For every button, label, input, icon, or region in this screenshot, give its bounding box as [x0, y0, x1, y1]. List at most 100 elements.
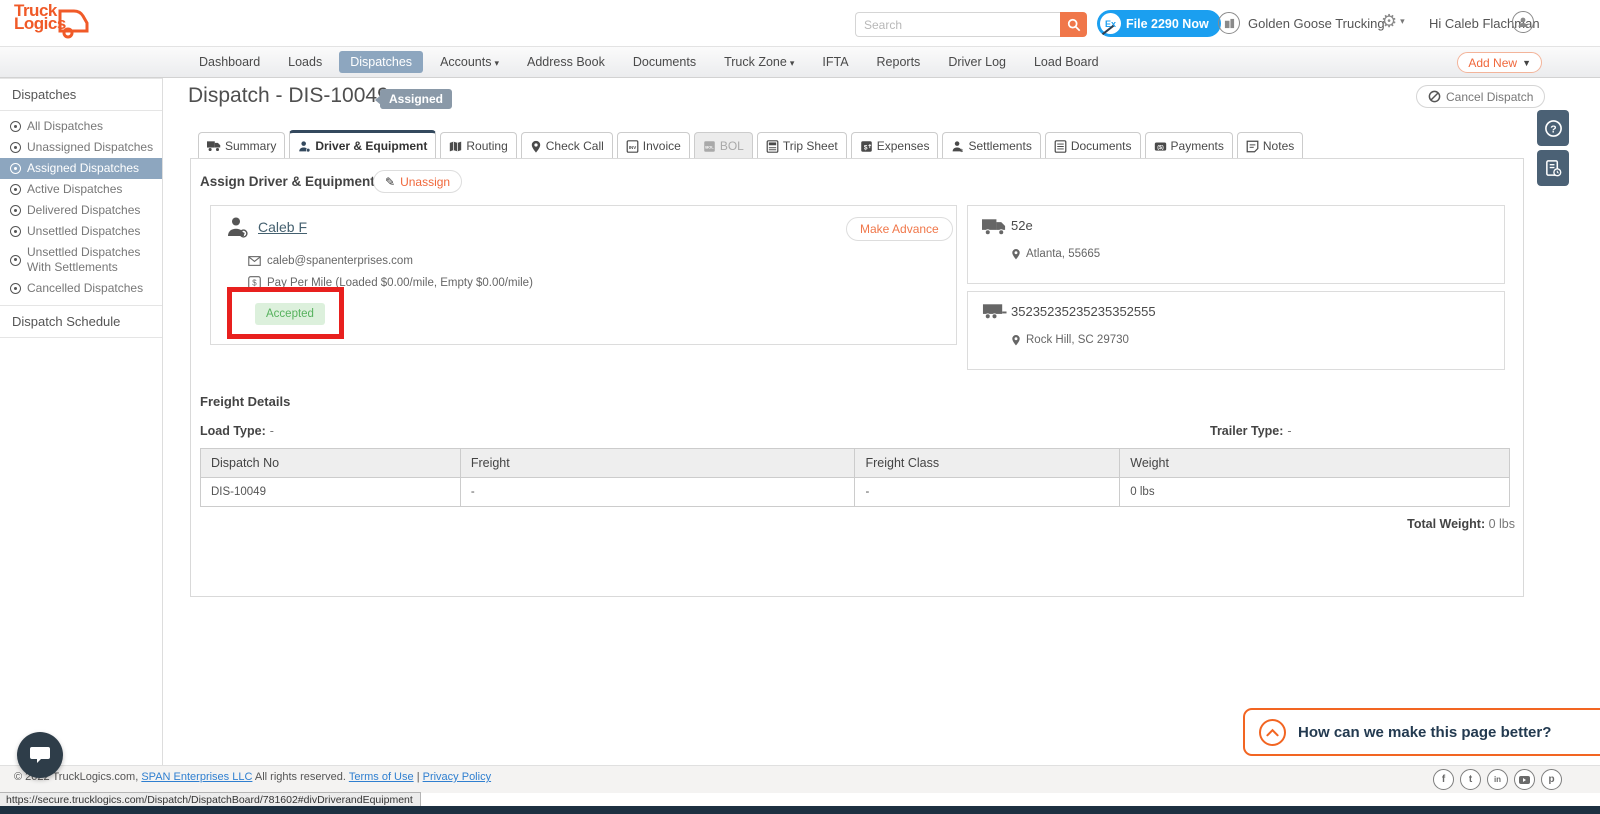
nav-loads[interactable]: Loads [277, 51, 333, 73]
chevron-down-icon: ▼ [1522, 57, 1531, 68]
driver-pay: Pay Per Mile (Loaded $0.00/mile, Empty $… [267, 276, 533, 289]
sidebar-item-assigned-dispatches[interactable]: Assigned Dispatches [0, 158, 162, 179]
assign-section-heading: Assign Driver & Equipment [200, 174, 375, 189]
nav-documents[interactable]: Documents [622, 51, 707, 73]
gear-icon: ⚙ [1381, 11, 1398, 31]
twitter-icon[interactable]: t [1460, 769, 1481, 790]
main-nav: Dashboard Loads Dispatches Accounts ▾ Add… [0, 47, 1600, 78]
history-notes-button[interactable] [1537, 150, 1569, 186]
tab-documents[interactable]: Documents [1044, 132, 1141, 160]
driver-email-row: caleb@spanenterprises.com [248, 255, 413, 267]
location-pin-icon [1012, 249, 1020, 260]
radio-target-icon [10, 142, 21, 153]
svg-text:BOL: BOL [705, 144, 714, 149]
chevron-down-icon: ▾ [494, 58, 500, 68]
tab-notes[interactable]: Notes [1236, 132, 1304, 160]
trucklogics-app: Truck Logics Ex File 2290 Now Golden Goo… [0, 0, 1600, 814]
unassign-button[interactable]: ✎ Unassign [373, 170, 463, 193]
truck-location-row: Atlanta, 55665 [1011, 248, 1100, 260]
cancel-dispatch-button[interactable]: Cancel Dispatch [1416, 85, 1546, 108]
youtube-icon[interactable] [1514, 769, 1535, 790]
tab-check-call[interactable]: Check Call [520, 132, 613, 160]
trailer-name[interactable]: 35235235235235352555 [1011, 304, 1156, 319]
privacy-policy-link[interactable]: Privacy Policy [423, 771, 491, 783]
sidebar-item-all-dispatches[interactable]: All Dispatches [0, 116, 162, 137]
trailer-card: 35235235235235352555 Rock Hill, SC 29730 [967, 291, 1505, 370]
make-advance-button[interactable]: Make Advance [846, 217, 953, 241]
radio-target-icon [10, 205, 21, 216]
sidebar-item-unsettled-with-settlements[interactable]: Unsettled Dispatches With Settlements [0, 242, 162, 278]
nav-accounts[interactable]: Accounts ▾ [429, 51, 510, 73]
radio-target-icon [10, 254, 21, 266]
envelope-icon [248, 256, 261, 266]
feedback-banner[interactable]: How can we make this page better? [1243, 708, 1600, 756]
chat-widget-button[interactable] [17, 732, 63, 778]
nav-dashboard[interactable]: Dashboard [188, 51, 271, 73]
driver-name-link[interactable]: Caleb F [258, 219, 307, 235]
span-enterprises-link[interactable]: SPAN Enterprises LLC [141, 771, 252, 783]
driver-pay-row: $ Pay Per Mile (Loaded $0.00/mile, Empty… [248, 276, 533, 289]
nav-dispatches[interactable]: Dispatches [339, 51, 424, 73]
freight-table: Dispatch No Freight Freight Class Weight… [200, 448, 1510, 507]
nav-truck-zone[interactable]: Truck Zone ▾ [713, 51, 805, 73]
invoice-icon: INV [626, 139, 639, 153]
tab-payments[interactable]: ($) Payments [1144, 132, 1233, 160]
bol-icon: BOL [704, 140, 715, 152]
tab-routing[interactable]: Routing [440, 132, 517, 160]
sidebar-item-unassigned-dispatches[interactable]: Unassigned Dispatches [0, 137, 162, 158]
nav-address-book[interactable]: Address Book [516, 51, 616, 73]
tab-invoice[interactable]: INV Invoice [616, 132, 690, 160]
sidebar-item-unsettled-dispatches[interactable]: Unsettled Dispatches [0, 221, 162, 242]
help-button[interactable]: ? [1537, 110, 1569, 146]
pencil-icon: ✎ [385, 174, 396, 189]
trailer-location: Rock Hill, SC 29730 [1026, 334, 1129, 346]
nav-load-board[interactable]: Load Board [1023, 51, 1110, 73]
truck-name[interactable]: 52e [1011, 218, 1033, 233]
nav-ifta[interactable]: IFTA [811, 51, 859, 73]
search-button[interactable] [1060, 12, 1087, 37]
sidebar-item-delivered-dispatches[interactable]: Delivered Dispatches [0, 200, 162, 221]
notes-icon [1246, 140, 1259, 152]
add-new-button[interactable]: Add New ▼ [1457, 52, 1542, 73]
settings-menu[interactable]: ⚙ ▾ [1381, 11, 1405, 32]
tab-expenses[interactable]: $ Expenses [850, 132, 939, 160]
status-badge: Assigned [374, 89, 453, 109]
facebook-icon[interactable]: f [1433, 769, 1454, 790]
company-switcher[interactable]: Golden Goose Trucking [1218, 12, 1385, 34]
column-header-dispatch-no: Dispatch No [200, 448, 461, 478]
sidebar-item-active-dispatches[interactable]: Active Dispatches [0, 179, 162, 200]
nav-reports[interactable]: Reports [866, 51, 932, 73]
user-avatar-icon[interactable] [1512, 11, 1534, 33]
truck-card: 52e Atlanta, 55665 [967, 205, 1505, 284]
radio-target-icon [10, 226, 21, 237]
social-links: f t in p [1433, 769, 1562, 790]
radio-target-icon [10, 283, 21, 294]
sidebar-section-dispatches[interactable]: Dispatches [0, 78, 162, 111]
truck-icon [207, 141, 221, 152]
freight-details-heading: Freight Details [200, 394, 291, 409]
linkedin-icon[interactable]: in [1487, 769, 1508, 790]
location-pin-icon [1012, 335, 1020, 346]
cell-freight-class: - [854, 477, 1121, 507]
sidebar-item-cancelled-dispatches[interactable]: Cancelled Dispatches [0, 278, 162, 299]
nav-driver-log[interactable]: Driver Log [937, 51, 1017, 73]
search-input[interactable] [855, 12, 1060, 37]
freight-table-header-row: Dispatch No Freight Freight Class Weight [200, 448, 1510, 478]
tab-settlements[interactable]: $ Settlements [942, 132, 1041, 160]
sidebar-section-dispatch-schedule[interactable]: Dispatch Schedule [0, 305, 162, 338]
pinterest-icon[interactable]: p [1541, 769, 1562, 790]
file-2290-button[interactable]: Ex File 2290 Now [1097, 10, 1221, 37]
svg-text:$: $ [864, 144, 868, 151]
dispatch-tabs: Summary Driver & Equipment Routing Check… [198, 130, 1304, 161]
radio-target-icon [10, 121, 21, 132]
tab-trip-sheet[interactable]: Trip Sheet [756, 132, 847, 160]
building-icon [1218, 12, 1240, 34]
chevron-down-icon: ▾ [1400, 16, 1405, 26]
tab-driver-equipment[interactable]: Driver & Equipment [289, 130, 437, 161]
terms-of-use-link[interactable]: Terms of Use [349, 771, 414, 783]
tab-bol: BOL BOL [693, 132, 753, 160]
svg-text:$: $ [252, 279, 257, 288]
column-header-freight-class: Freight Class [854, 448, 1121, 478]
driver-status-badge: Accepted [255, 303, 325, 325]
tab-summary[interactable]: Summary [198, 132, 286, 160]
